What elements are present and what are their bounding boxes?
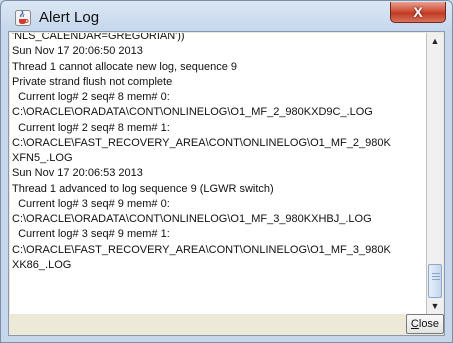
arrow-down-icon: ▼ (430, 301, 440, 311)
log-line: Thread 1 advanced to log sequence 9 (LGW… (12, 182, 274, 195)
java-cup-icon (15, 10, 31, 26)
log-line: Thread 1 cannot allocate new log, sequen… (12, 60, 238, 73)
window-content: 'NLS_CALENDAR=GREGORIAN')) Sun Nov 17 20:… (8, 31, 445, 336)
log-line: XFN5_.LOG (12, 152, 73, 164)
log-line: Current log# 2 seq# 8 mem# 1: (12, 121, 170, 134)
window-close-button[interactable]: X (390, 2, 446, 23)
log-line: Sun Nov 17 20:06:53 2013 (12, 167, 143, 180)
log-line: Current log# 3 seq# 9 mem# 0: (12, 197, 170, 210)
alert-log-window: Alert Log X 'NLS_CALENDAR=GREGORIAN')) Su… (0, 0, 453, 343)
title-bar[interactable]: Alert Log X (1, 1, 452, 31)
log-line: Current log# 2 seq# 8 mem# 0: (12, 91, 170, 103)
close-mnemonic: C (410, 318, 419, 330)
arrow-up-icon: ▲ (430, 36, 440, 46)
log-line: C:\ORACLE\FAST_RECOVERY_AREA\CONT\ONLINE… (12, 136, 391, 149)
log-line: Sun Nov 17 20:06:50 2013 (12, 45, 143, 58)
close-button[interactable]: Close (406, 314, 444, 334)
log-line: Current log# 3 seq# 9 mem# 1: (12, 228, 170, 241)
close-icon: X (413, 4, 423, 20)
log-line: 'NLS_CALENDAR=GREGORIAN')) (12, 33, 185, 42)
button-bar: Close (10, 314, 444, 334)
window-title: Alert Log (39, 9, 100, 26)
vertical-scrollbar[interactable]: ▲ ▼ (427, 33, 443, 314)
grip-line (432, 279, 440, 280)
log-line: XK86_.LOG (12, 258, 72, 271)
log-lines: 'NLS_CALENDAR=GREGORIAN')) Sun Nov 17 20:… (12, 33, 391, 273)
log-line: C:\ORACLE\ORADATA\CONT\ONLINELOG\O1_MF_2… (12, 106, 373, 119)
scroll-up-button[interactable]: ▲ (427, 33, 443, 49)
close-label-rest: lose (418, 318, 440, 330)
scroll-thumb[interactable] (428, 264, 442, 298)
grip-line (432, 276, 440, 277)
log-line: Private strand flush not complete (12, 75, 173, 88)
log-line: C:\ORACLE\FAST_RECOVERY_AREA\CONT\ONLINE… (12, 243, 391, 256)
scroll-down-button[interactable]: ▼ (427, 298, 443, 314)
log-text-area[interactable]: 'NLS_CALENDAR=GREGORIAN')) Sun Nov 17 20:… (10, 33, 427, 314)
grip-line (432, 273, 440, 274)
log-line: C:\ORACLE\ORADATA\CONT\ONLINELOG\O1_MF_3… (12, 213, 372, 225)
